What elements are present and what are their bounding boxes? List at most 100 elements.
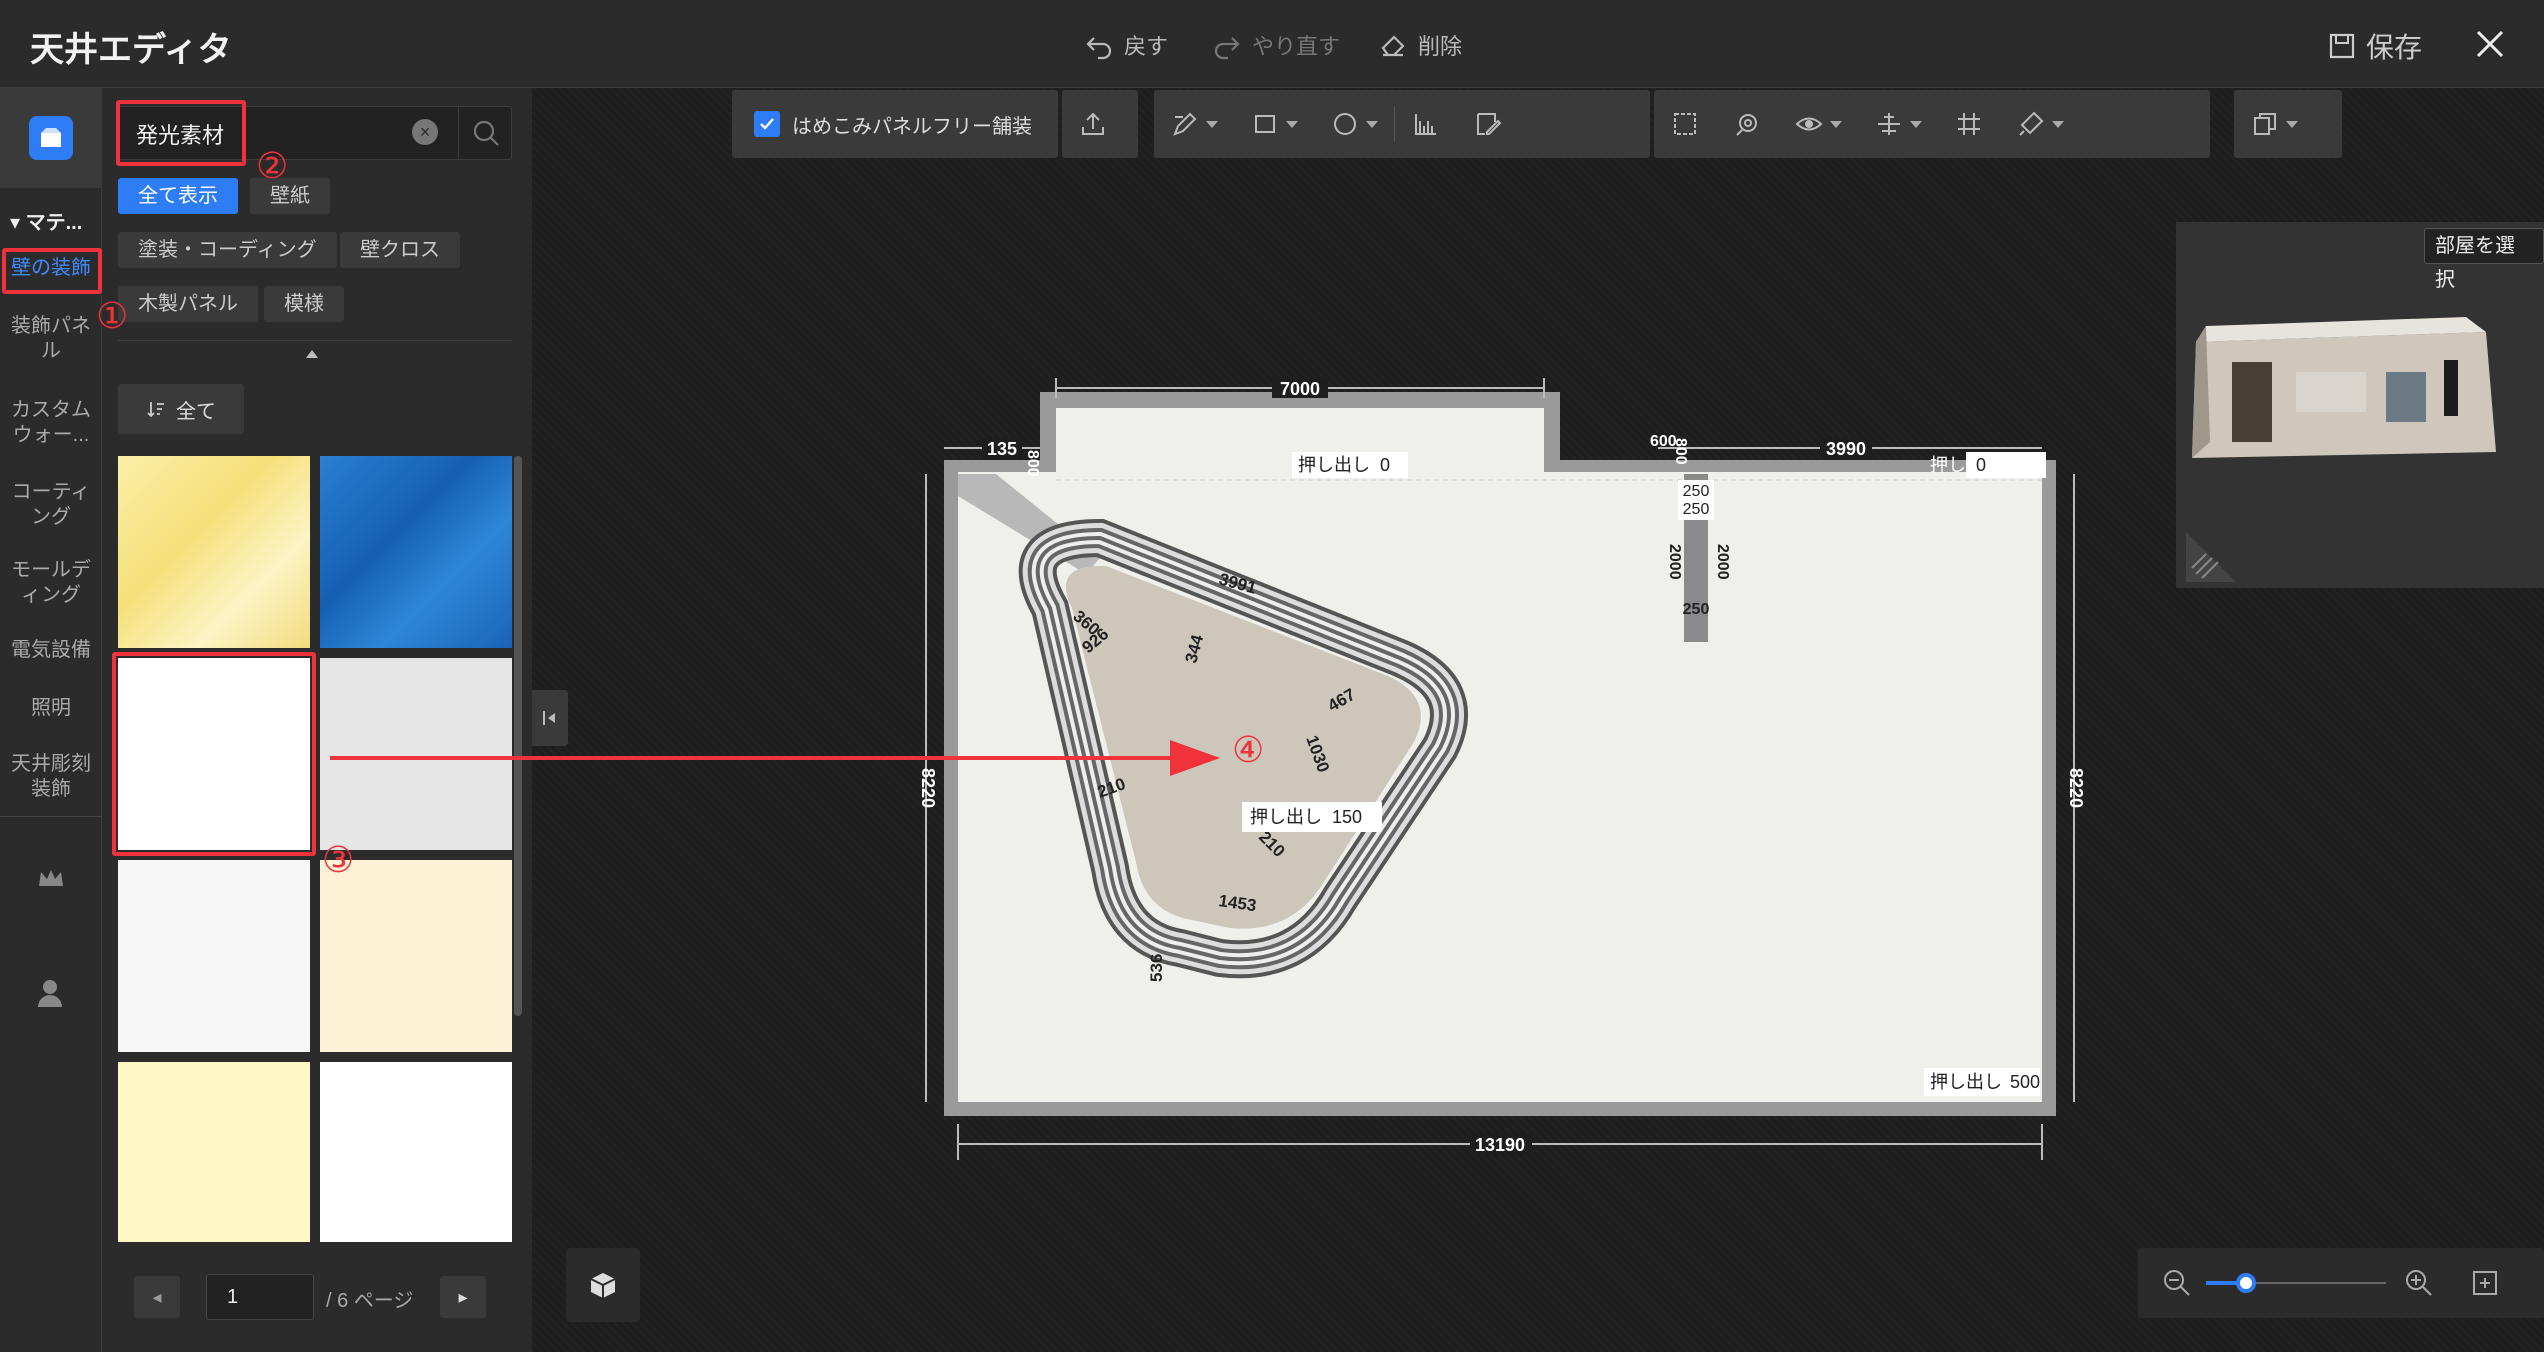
- ruler-icon: [1415, 114, 1436, 135]
- svg-text:押し出し: 押し出し: [1930, 455, 2002, 475]
- rotate-tool[interactable]: [1716, 90, 1778, 158]
- redo-icon: [1214, 37, 1240, 60]
- annotation-box-2: [116, 100, 246, 166]
- nav-item-lighting[interactable]: 照明: [0, 696, 102, 721]
- annotation-arrow: [330, 740, 1220, 776]
- select-room-button[interactable]: 部屋を選択: [2424, 228, 2544, 291]
- paving-label: はめこみパネルフリー舗装: [792, 115, 1032, 138]
- layers-tool[interactable]: [2234, 90, 2314, 158]
- dim-250b: 250: [1683, 501, 1710, 518]
- extrude-label-center[interactable]: 押し出し 150: [1242, 802, 1382, 832]
- paint-tool[interactable]: [2000, 90, 2080, 158]
- material-tile-pale-yellow[interactable]: [118, 1062, 310, 1242]
- zoom-controls: [2138, 1248, 2544, 1318]
- extrude-label-floor[interactable]: 押し出し 500: [1924, 1068, 2040, 1096]
- annotation-box-3: [112, 652, 316, 856]
- material-tile-white-2[interactable]: [320, 1062, 512, 1242]
- draw-line-tool[interactable]: [1154, 90, 1234, 158]
- draw-circle-tool[interactable]: [1314, 90, 1394, 158]
- dimension-tool[interactable]: [1395, 90, 1457, 158]
- svg-text:押し出し: 押し出し: [1930, 1072, 2002, 1092]
- annotation-number-1: ①: [96, 296, 129, 337]
- next-page-button[interactable]: ▸: [440, 1276, 486, 1318]
- chip-pattern[interactable]: 模様: [264, 286, 344, 322]
- dim-v-small: 800: [1024, 450, 1041, 477]
- top-bar: 天井エディタ 戻す やり直す 削除 保存: [0, 0, 2544, 88]
- dim-v-small2: 800: [1672, 438, 1689, 465]
- save-icon: [2329, 33, 2355, 59]
- annotation-box-1: [2, 248, 102, 294]
- chip-show-all[interactable]: 全て表示: [118, 178, 238, 214]
- eraser-icon: [1381, 35, 1405, 57]
- paving-toggle[interactable]: はめこみパネルフリー舗装: [732, 90, 1058, 158]
- select-area-tool[interactable]: [1654, 90, 1716, 158]
- dim-2000b: 2000: [1714, 544, 1731, 580]
- export-button[interactable]: [1062, 90, 1124, 158]
- chip-wall-cloth[interactable]: 壁クロス: [340, 232, 460, 268]
- select-frame-icon: [1674, 113, 1696, 135]
- nav-item-ceiling-carving[interactable]: 天井彫刻装飾: [0, 752, 102, 802]
- search-button[interactable]: [458, 106, 512, 160]
- edit-icon: [1477, 113, 1502, 135]
- clear-search-icon[interactable]: ×: [412, 119, 438, 145]
- dim-top-right: 3990: [1826, 439, 1866, 459]
- nav-item-coating[interactable]: コーティング: [0, 480, 102, 530]
- upload-icon: [1082, 112, 1104, 135]
- nav-materials[interactable]: [0, 88, 102, 188]
- redo-button[interactable]: やり直す: [1212, 28, 1340, 62]
- collapse-up-icon[interactable]: [306, 350, 318, 358]
- close-button[interactable]: [2470, 24, 2510, 64]
- svg-text:150: 150: [1332, 807, 1362, 827]
- visibility-tool[interactable]: [1778, 90, 1858, 158]
- undo-button[interactable]: 戻す: [1084, 28, 1168, 62]
- extrude-label-right[interactable]: 押し出し 0: [1930, 452, 2046, 478]
- sort-button[interactable]: 全て: [118, 384, 244, 434]
- dim-bottom: 13190: [1475, 1135, 1525, 1155]
- delete-button[interactable]: 削除: [1378, 28, 1462, 62]
- draw-rect-tool[interactable]: [1234, 90, 1314, 158]
- dim-250a: 250: [1683, 483, 1710, 500]
- extrude-label-top[interactable]: 押し出し 0: [1292, 452, 1408, 478]
- nav-item-electrical[interactable]: 電気設備: [0, 638, 102, 663]
- sort-label: 全て: [176, 400, 216, 423]
- align-tool[interactable]: [1858, 90, 1938, 158]
- close-icon: [2476, 30, 2504, 58]
- save-button[interactable]: 保存: [2328, 26, 2422, 66]
- redo-label: やり直す: [1252, 34, 1341, 59]
- material-tile-off-white[interactable]: [118, 860, 310, 1052]
- annotation-number-4: ④: [1232, 730, 1265, 771]
- prev-page-button[interactable]: ◂: [134, 1276, 180, 1318]
- box-icon: [29, 116, 73, 160]
- nav-group-label[interactable]: ▾ マテ...: [10, 206, 82, 235]
- ceiling-plan[interactable]: 7000 7000 3990 135 800 600 800 250 250 2…: [900, 368, 2100, 1208]
- svg-text:0: 0: [1976, 455, 1986, 475]
- grid-tool[interactable]: [1938, 90, 2000, 158]
- zoom-in-icon[interactable]: [2404, 1268, 2434, 1298]
- material-tile-yellow-marble[interactable]: [118, 456, 310, 648]
- toolbar-draw: [1154, 90, 1650, 158]
- chip-paint-coating[interactable]: 塗装・コーディング: [118, 232, 337, 268]
- zoom-out-icon[interactable]: [2162, 1268, 2192, 1298]
- rotate-icon: [1736, 114, 1757, 136]
- eye-icon: [1795, 117, 1823, 131]
- 3d-view-button[interactable]: [566, 1248, 640, 1322]
- page-number-input[interactable]: 1: [206, 1274, 314, 1320]
- delete-label: 削除: [1418, 34, 1463, 59]
- fit-view-icon[interactable]: [2470, 1268, 2500, 1298]
- checkbox-checked-icon[interactable]: [754, 111, 780, 137]
- svg-text:0: 0: [1380, 455, 1390, 475]
- crown-icon[interactable]: [36, 866, 66, 897]
- material-tile-cream[interactable]: [320, 860, 512, 1052]
- chip-wood-panel[interactable]: 木製パネル: [118, 286, 258, 322]
- nav-item-custom-wall[interactable]: カスタムウォー...: [0, 398, 102, 448]
- nav-item-molding[interactable]: モールディング: [0, 558, 102, 608]
- material-tile-blue-marble[interactable]: [320, 456, 512, 648]
- collapse-left-icon: [543, 711, 555, 725]
- user-icon[interactable]: [36, 978, 64, 1013]
- dim-2000a: 2000: [1666, 544, 1683, 580]
- toolbar-export: [1062, 90, 1138, 158]
- edit-shape-tool[interactable]: [1457, 90, 1519, 158]
- nav-item-decor-panel[interactable]: 装飾パネル: [0, 314, 102, 364]
- zoom-slider-handle[interactable]: [2236, 1273, 2256, 1293]
- minimap-3d-preview[interactable]: [2176, 222, 2544, 588]
